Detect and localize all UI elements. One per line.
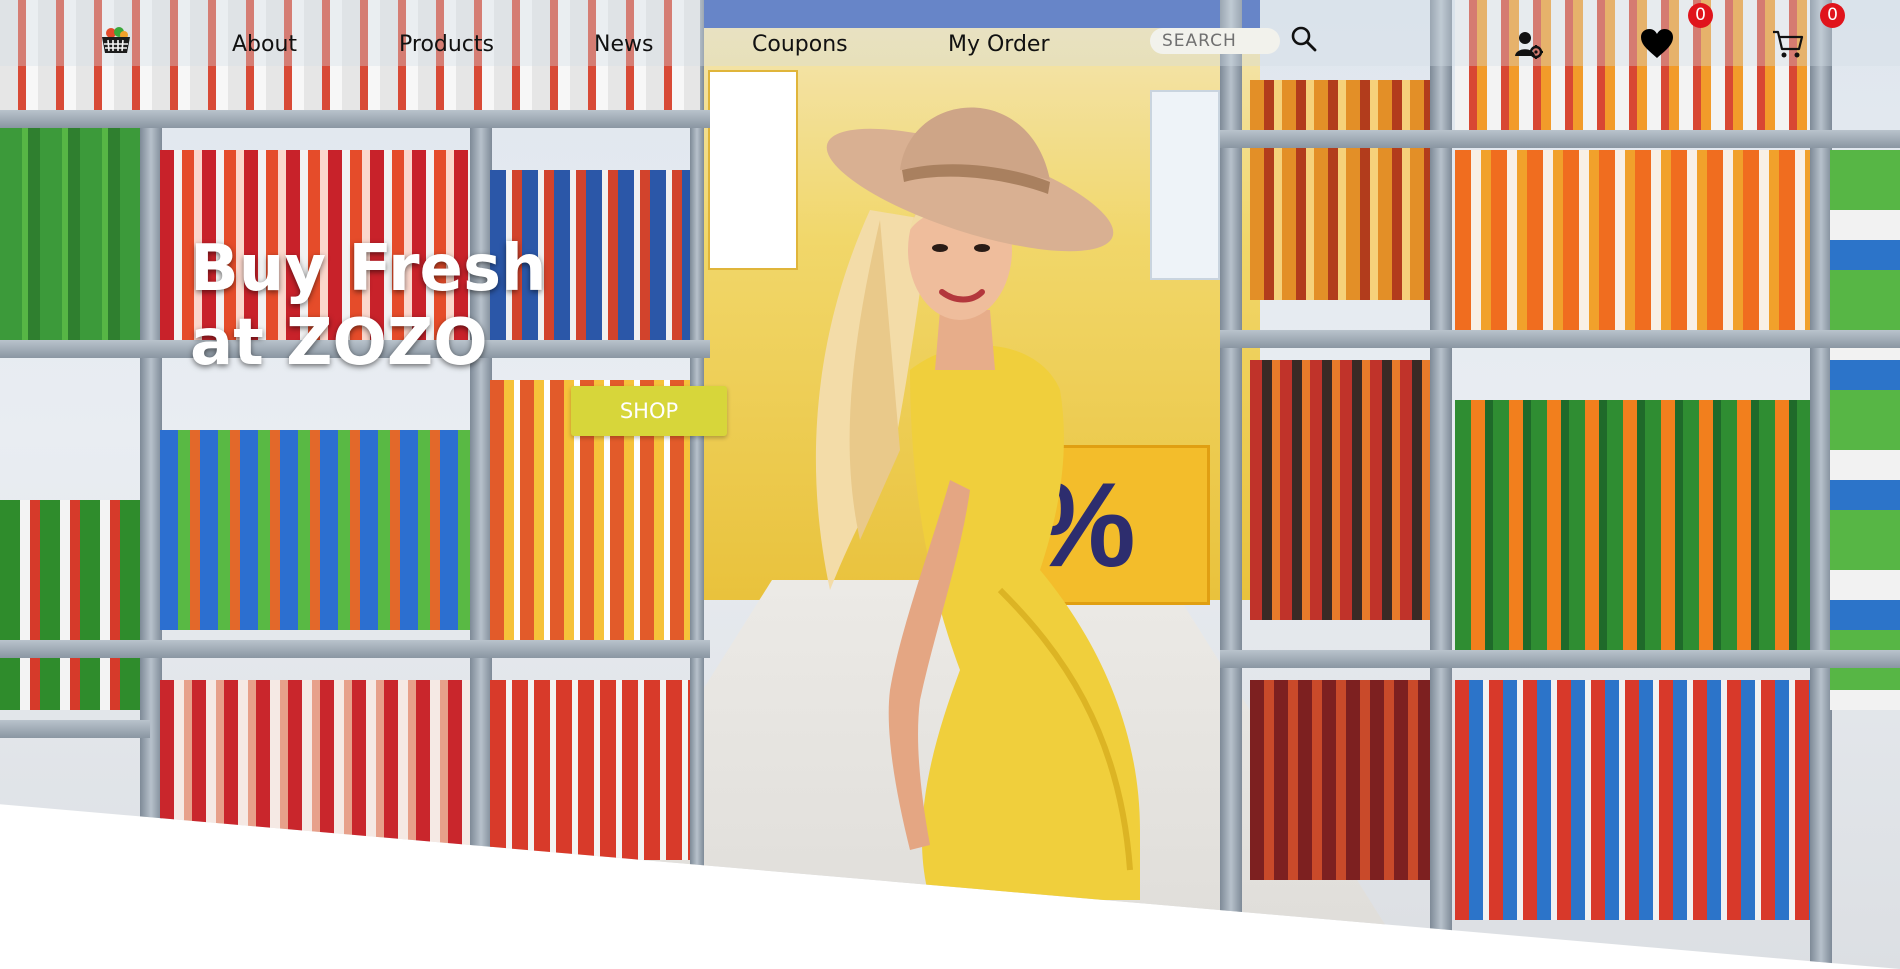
product-row	[1250, 80, 1430, 300]
product-row	[0, 120, 140, 340]
user-settings-icon[interactable]	[1514, 30, 1544, 60]
product-row	[1250, 360, 1430, 620]
product-row	[1830, 150, 1900, 710]
top-navigation-bar: About Products News Coupons My Order 0 0	[0, 0, 1900, 66]
shop-button[interactable]: SHOP	[571, 386, 727, 436]
shelf-board	[0, 720, 150, 738]
shopping-basket-icon[interactable]	[100, 24, 132, 56]
cart-icon[interactable]	[1772, 28, 1804, 60]
product-row	[1250, 680, 1430, 880]
product-row	[160, 430, 470, 630]
shelf-upright	[690, 0, 704, 969]
nav-products[interactable]: Products	[399, 32, 494, 57]
left-shelving	[0, 0, 720, 969]
nav-coupons[interactable]: Coupons	[752, 32, 848, 57]
hero-headline: Buy Fresh at ZOZO	[190, 232, 547, 380]
hero-banner: %	[0, 0, 1900, 969]
product-row	[1455, 680, 1810, 920]
product-row	[0, 500, 140, 710]
nav-about[interactable]: About	[232, 32, 297, 57]
nav-my-order[interactable]: My Order	[948, 32, 1050, 57]
cart-count-badge: 0	[1820, 3, 1845, 28]
wishlist-count-badge: 0	[1688, 3, 1713, 28]
product-row	[1455, 150, 1810, 340]
hero-headline-line2: at ZOZO	[190, 306, 488, 380]
search-input[interactable]	[1150, 28, 1280, 54]
shelf-upright	[470, 0, 492, 969]
shelf-board	[0, 640, 710, 658]
shelf-board	[1220, 330, 1900, 348]
product-row	[490, 680, 690, 860]
heart-icon[interactable]	[1640, 28, 1674, 60]
hero-headline-line1: Buy Fresh	[190, 232, 547, 306]
shelf-board	[1220, 130, 1900, 148]
shelf-board	[1220, 650, 1900, 668]
shelf-board	[0, 110, 710, 128]
right-shelving	[1220, 0, 1900, 969]
shelf-upright	[140, 0, 162, 969]
nav-news[interactable]: News	[594, 32, 653, 57]
model-photo	[815, 107, 1140, 900]
search-icon[interactable]	[1290, 25, 1318, 53]
product-row	[160, 680, 470, 880]
product-row	[1455, 400, 1810, 650]
